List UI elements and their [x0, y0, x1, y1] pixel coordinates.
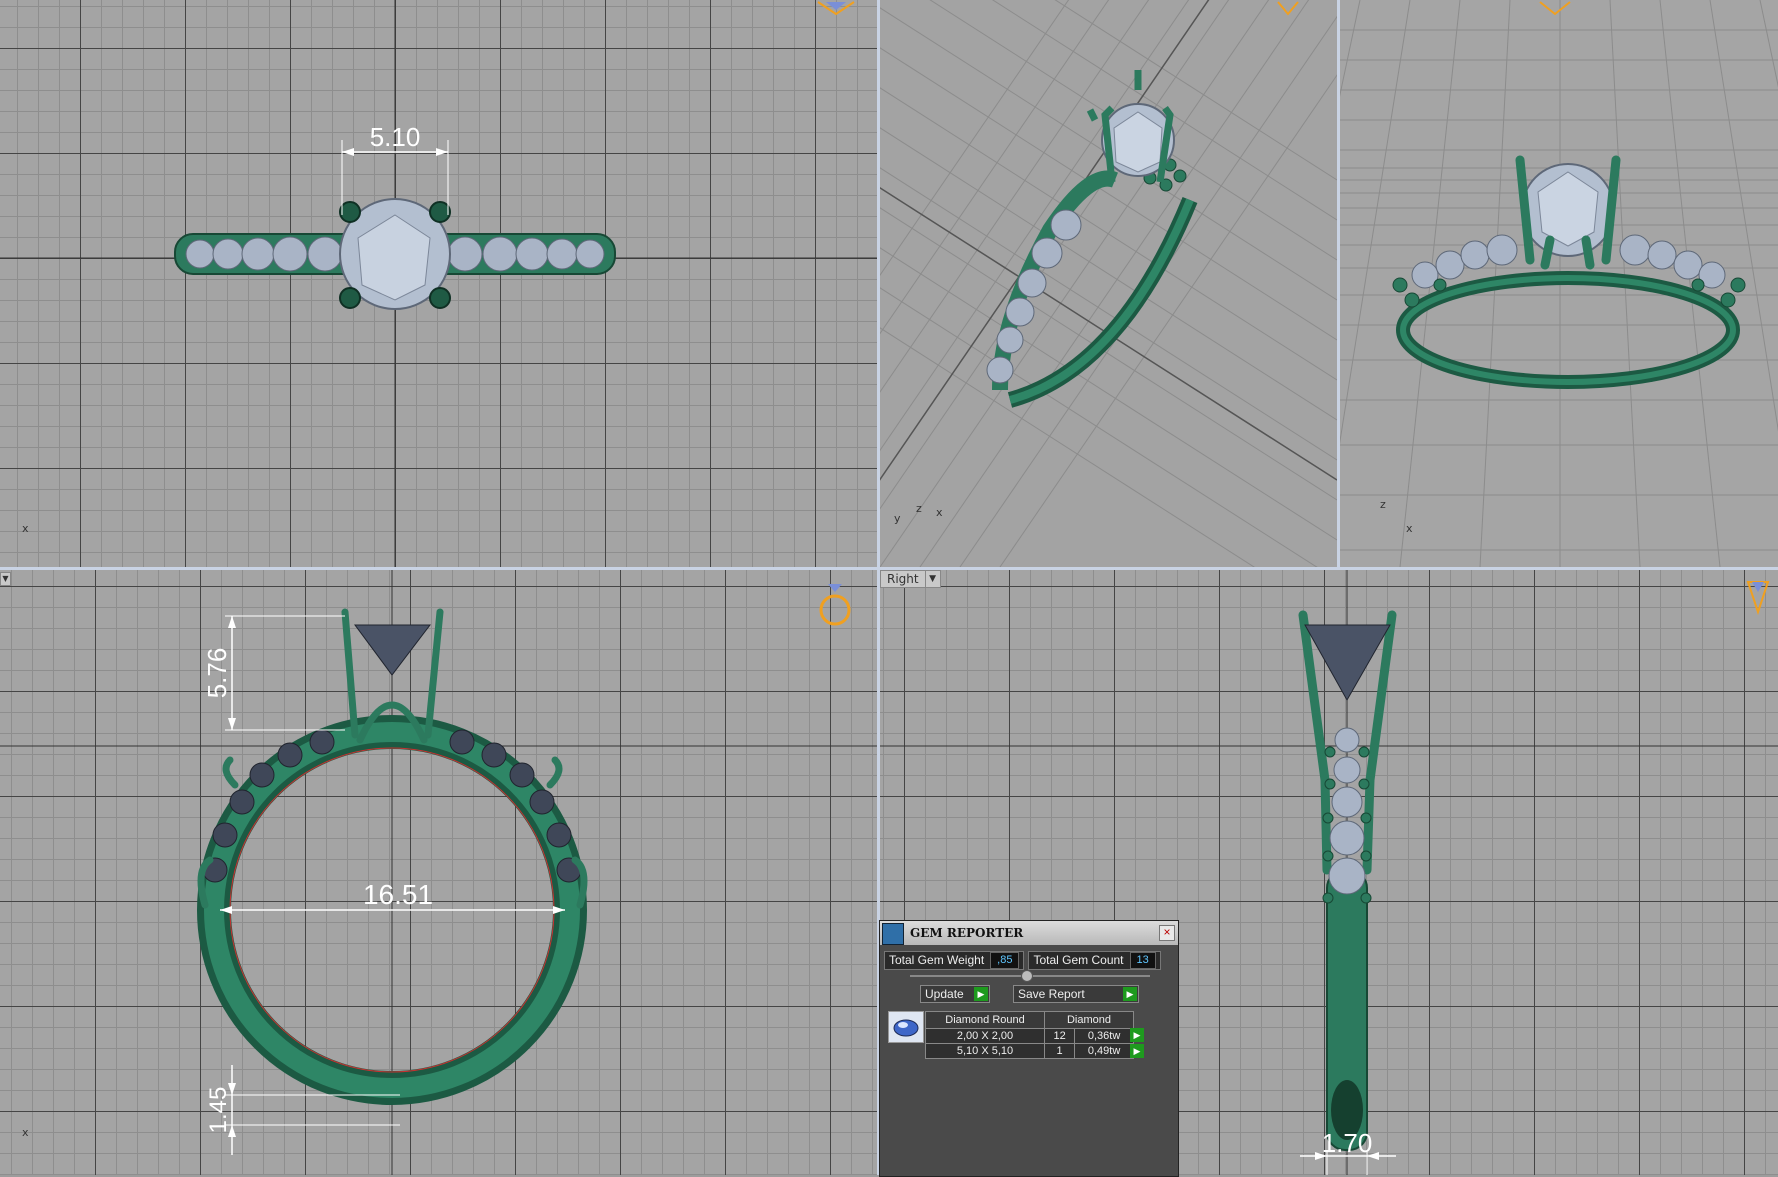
update-button[interactable]: Update ▶ — [920, 985, 990, 1003]
gem-table-header-shape: Diamond Round — [925, 1011, 1045, 1029]
save-report-button-label: Save Report — [1018, 987, 1085, 1001]
gem-table-header-material: Diamond — [1044, 1011, 1134, 1029]
total-gem-count-value[interactable]: 13 — [1129, 952, 1156, 969]
dimension-inner-diameter: 16.51 — [363, 879, 433, 910]
total-gem-count-label: Total Gem Count — [1033, 953, 1124, 967]
viewport-top[interactable]: 5.10 x — [0, 0, 877, 567]
table-row[interactable]: 5,10 X 5,10 1 0,49tw — [925, 1043, 1134, 1059]
gem-reporter-titlebar[interactable]: GEM REPORTER × — [880, 921, 1178, 945]
splitter-knob[interactable] — [1021, 970, 1033, 982]
save-report-button[interactable]: Save Report ▶ — [1013, 985, 1139, 1003]
play-icon: ▶ — [974, 987, 988, 1001]
ring-perspective-front-view — [1340, 0, 1778, 567]
viewport-perspective-front[interactable]: z x — [1340, 0, 1778, 567]
total-gem-weight-label: Total Gem Weight — [889, 953, 985, 967]
dimension-top-width: 5.10 — [370, 122, 421, 152]
gem-thumbnail[interactable] — [888, 1011, 924, 1043]
gem-count: 1 — [1043, 1043, 1076, 1059]
play-icon: ▶ — [1123, 987, 1137, 1001]
axis-label-y: y — [894, 512, 901, 525]
axis-label-x: x — [22, 522, 29, 535]
gem-reporter-panel: GEM REPORTER × Total Gem Weight ,85 Tota… — [879, 920, 1179, 1177]
row-go-button[interactable]: ▶ — [1130, 1028, 1144, 1042]
close-icon[interactable]: × — [1159, 925, 1175, 941]
ring-perspective-view — [880, 0, 1337, 567]
gem-weight: 0,49tw — [1074, 1043, 1134, 1059]
axis-label-x: x — [1406, 522, 1413, 535]
viewport-front[interactable]: 5.76 16.51 1.45 x — [0, 570, 877, 1175]
dimension-front-height: 5.76 — [202, 648, 232, 699]
viewport-perspective[interactable]: y z x — [880, 0, 1337, 567]
viewport-menu-dropdown[interactable]: ▼ — [0, 572, 11, 586]
row-go-button[interactable]: ▶ — [1130, 1044, 1144, 1058]
ring-front-view: 5.76 16.51 1.45 — [0, 570, 877, 1175]
table-row[interactable]: 2,00 X 2,00 12 0,36tw — [925, 1028, 1134, 1044]
dimension-shank-thickness: 1.45 — [205, 1087, 232, 1134]
gem-table: Diamond Round Diamond 2,00 X 2,00 12 0,3… — [925, 1011, 1134, 1059]
total-gem-weight-field: Total Gem Weight ,85 — [884, 951, 1025, 970]
total-gem-count-field: Total Gem Count 13 — [1028, 951, 1161, 970]
axis-label-z: z — [916, 502, 922, 515]
axis-label-x: x — [936, 506, 943, 519]
ring-top-view: 5.10 — [0, 0, 877, 567]
panel-splitter[interactable] — [910, 970, 1150, 982]
chevron-down-icon[interactable]: ▼ — [924, 571, 940, 587]
axis-label-x: x — [22, 1126, 29, 1139]
gem-size: 2,00 X 2,00 — [925, 1028, 1045, 1044]
gem-weight: 0,36tw — [1074, 1028, 1134, 1044]
gem-reporter-title: GEM REPORTER — [910, 926, 1024, 940]
axis-label-z: z — [1380, 498, 1386, 511]
total-gem-weight-value[interactable]: ,85 — [990, 952, 1020, 969]
gem-size: 5,10 X 5,10 — [925, 1043, 1045, 1059]
dimension-shank-width: 1.70 — [1322, 1128, 1373, 1158]
viewport-view-menu[interactable]: Right ▼ — [880, 570, 941, 588]
gem-reporter-icon — [882, 923, 904, 945]
viewport-view-label: Right — [887, 572, 919, 586]
gem-count: 12 — [1043, 1028, 1076, 1044]
update-button-label: Update — [925, 987, 964, 1001]
